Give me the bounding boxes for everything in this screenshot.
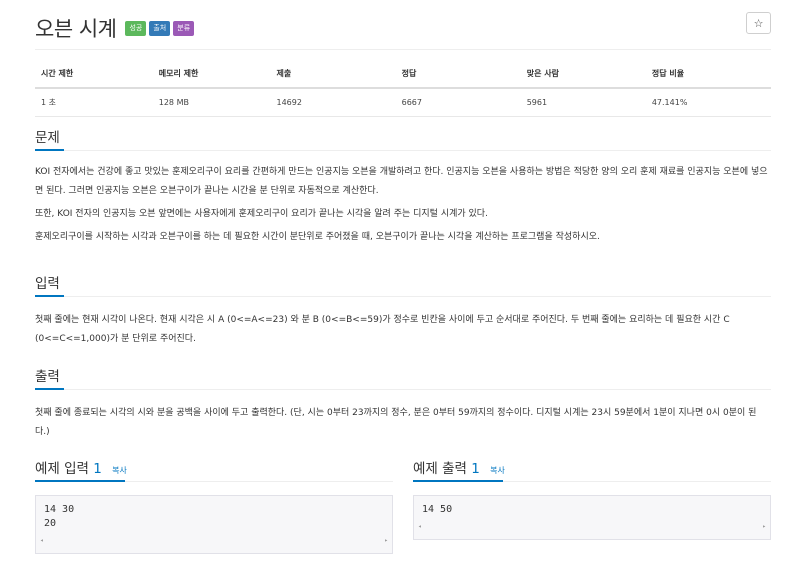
copy-sample-output-link[interactable]: 복사: [490, 466, 505, 475]
table-header-solved-users: 맞은 사람: [520, 62, 646, 89]
copy-sample-input-link[interactable]: 복사: [112, 466, 127, 475]
sample-input-title-text: 예제 입력: [35, 461, 89, 477]
table-header-submissions: 제출: [270, 62, 396, 89]
section-header: 입력: [35, 270, 771, 297]
section-header: 출력: [35, 363, 771, 390]
table-header-memory-limit: 메모리 제한: [152, 62, 271, 89]
output-section: 출력 첫째 줄에 종료되는 시각의 시와 분을 공백을 사이에 두고 출력한다.…: [35, 363, 771, 442]
section-title-output: 출력: [35, 369, 60, 385]
section-underline: [35, 388, 64, 390]
sample-input-title: 예제 입력 1 복사: [35, 457, 127, 477]
sample-output-title: 예제 출력 1 복사: [413, 457, 505, 477]
output-body: 첫째 줄에 종료되는 시각의 시와 분을 공백을 사이에 두고 출력한다. (단…: [35, 390, 771, 442]
problem-info-table: 시간 제한 메모리 제한 제출 정답 맞은 사람 정답 비율 1 초 128 M…: [35, 62, 771, 117]
star-icon: ☆: [753, 17, 764, 30]
memory-limit-value: 128 MB: [152, 88, 271, 117]
time-limit-value: 1 초: [35, 88, 153, 117]
input-paragraph: 첫째 줄에는 현재 시각이 나온다. 현재 시각은 시 A (0<=A<=23)…: [35, 315, 730, 344]
section-underline: [35, 480, 125, 482]
problem-title: 오븐 시계: [35, 17, 117, 41]
input-section: 입력 첫째 줄에는 현재 시각이 나온다. 현재 시각은 시 A (0<=A<=…: [35, 270, 771, 349]
problem-paragraph: 훈제오리구이를 시작하는 시각과 오븐구이를 하는 데 필요한 시간이 분단위로…: [35, 232, 600, 242]
sample-input-code[interactable]: 14 30 20 ◂ ▸: [35, 495, 393, 554]
label-source[interactable]: 출처: [149, 20, 171, 36]
label-category[interactable]: 분류: [173, 20, 195, 36]
sample-input-content: 14 30 20: [44, 504, 75, 529]
sample-input-header: 예제 입력 1 복사: [35, 455, 393, 482]
scroll-right-icon[interactable]: ▸: [384, 537, 388, 544]
horizontal-scrollbar[interactable]: ◂ ▸: [414, 523, 770, 533]
table-row: 1 초 128 MB 14692 6667 5961 47.141%: [35, 88, 771, 117]
sample-input-number: 1: [93, 461, 102, 477]
label-success[interactable]: 성공: [125, 20, 147, 36]
sample-output-number: 1: [471, 461, 480, 477]
favorite-star-button[interactable]: ☆: [746, 12, 771, 34]
table-header-accept-ratio: 정답 비율: [645, 62, 771, 89]
section-title-input: 입력: [35, 276, 60, 292]
section-underline: [35, 149, 64, 151]
section-title-problem: 문제: [35, 130, 60, 146]
sample-output-title-text: 예제 출력: [413, 461, 467, 477]
header-divider: [35, 49, 771, 50]
horizontal-scrollbar[interactable]: ◂ ▸: [36, 537, 392, 547]
sample-input-panel: 예제 입력 1 복사 14 30 20 ◂ ▸: [35, 455, 393, 554]
scroll-left-icon[interactable]: ◂: [418, 523, 422, 530]
sample-output-header: 예제 출력 1 복사: [413, 455, 771, 482]
output-paragraph: 첫째 줄에 종료되는 시각의 시와 분을 공백을 사이에 두고 출력한다. (단…: [35, 408, 757, 437]
problem-body: KOI 전자에서는 건강에 좋고 맛있는 훈제오리구이 요리를 간편하게 만드는…: [35, 151, 771, 247]
sample-output-panel: 예제 출력 1 복사 14 50 ◂ ▸: [413, 455, 771, 540]
problem-description-section: 문제 KOI 전자에서는 건강에 좋고 맛있는 훈제오리구이 요리를 간편하게 …: [35, 124, 771, 247]
sample-output-content: 14 50: [422, 504, 453, 515]
input-body: 첫째 줄에는 현재 시각이 나온다. 현재 시각은 시 A (0<=A<=23)…: [35, 297, 771, 349]
accepted-value[interactable]: 6667: [395, 88, 521, 117]
scroll-right-icon[interactable]: ▸: [762, 523, 766, 530]
solved-users-value[interactable]: 5961: [520, 88, 646, 117]
sample-output-code[interactable]: 14 50 ◂ ▸: [413, 495, 771, 540]
problem-paragraph: 또한, KOI 전자의 인공지능 오븐 앞면에는 사용자에게 훈제오리구이 요리…: [35, 209, 488, 219]
problem-header: 오븐 시계 성공 출처 분류: [35, 12, 195, 44]
table-header-row: 시간 제한 메모리 제한 제출 정답 맞은 사람 정답 비율: [35, 62, 771, 89]
scroll-left-icon[interactable]: ◂: [40, 537, 44, 544]
accept-ratio-value: 47.141%: [645, 88, 771, 117]
section-underline: [35, 295, 64, 297]
section-header: 문제: [35, 124, 771, 151]
section-underline: [413, 480, 503, 482]
submissions-value[interactable]: 14692: [270, 88, 396, 117]
problem-paragraph: KOI 전자에서는 건강에 좋고 맛있는 훈제오리구이 요리를 간편하게 만드는…: [35, 167, 768, 196]
table-header-accepted: 정답: [395, 62, 521, 89]
table-header-time-limit: 시간 제한: [35, 62, 153, 89]
